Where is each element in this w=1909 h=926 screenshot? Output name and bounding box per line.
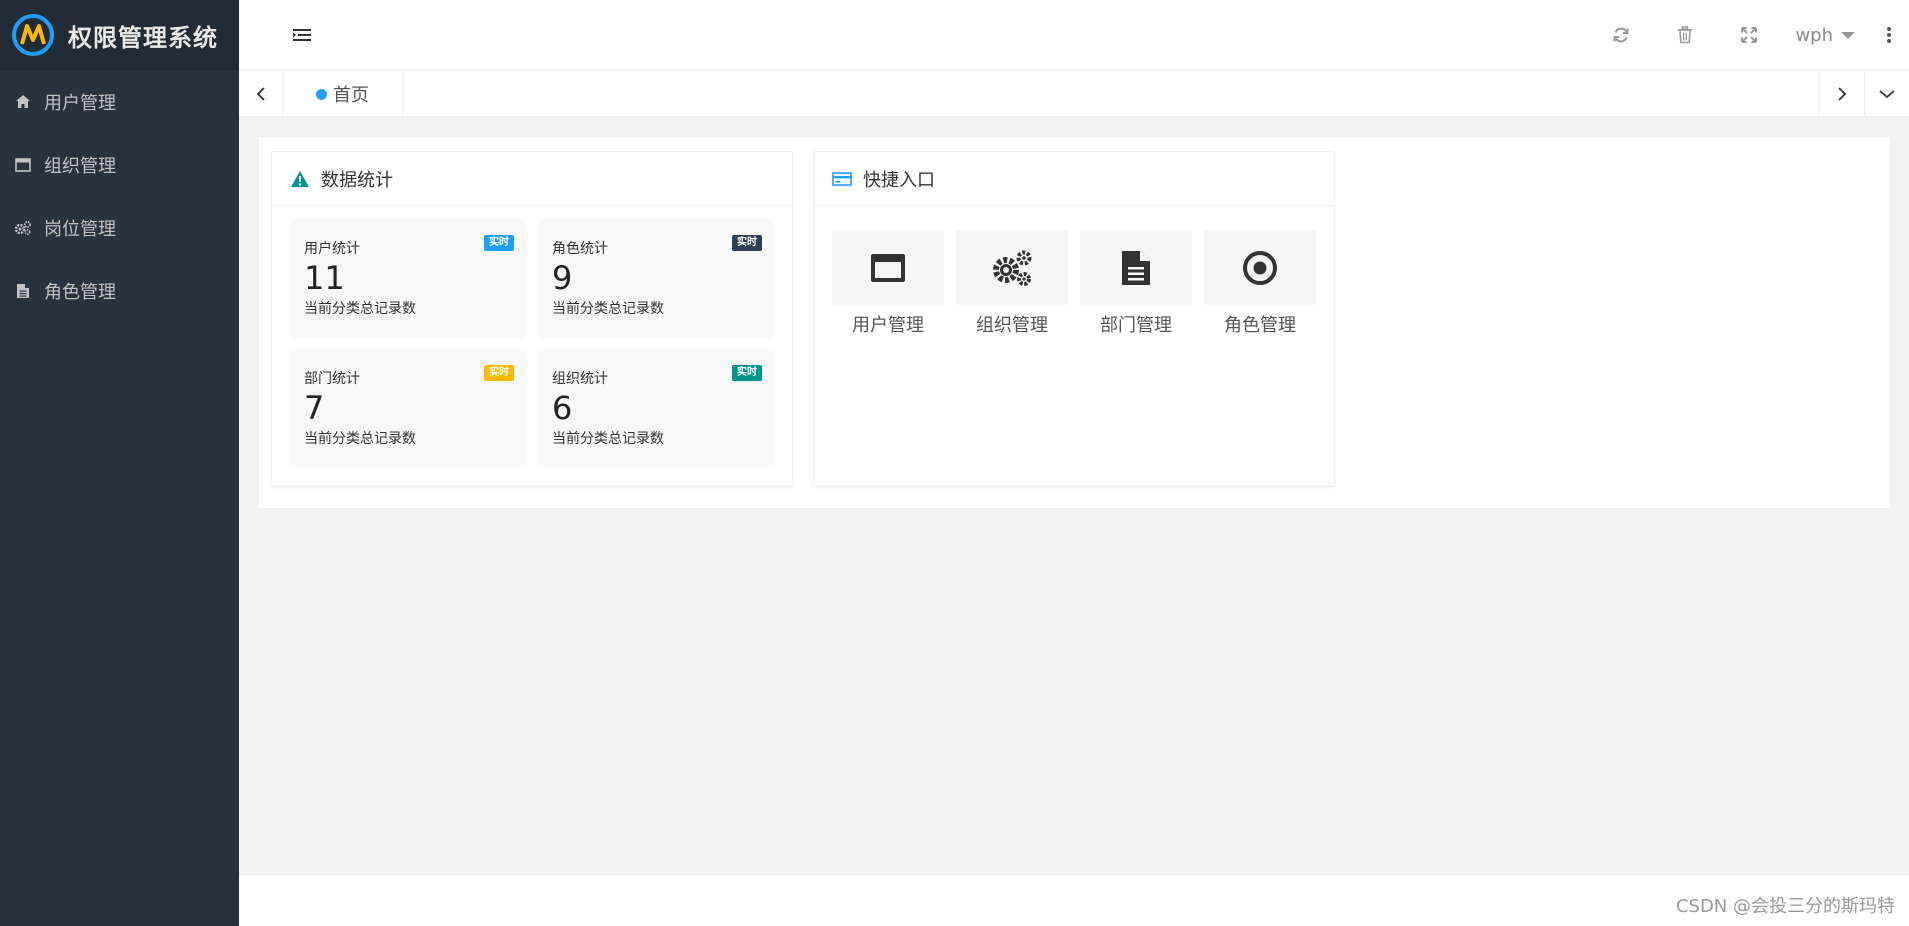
app-title: 权限管理系统	[68, 23, 218, 52]
stat-tile-roles: 实时 角色统计 9 当前分类总记录数	[538, 218, 774, 338]
sidebar: 权限管理系统 用户管理 组织管理 岗位管理 角色管理	[0, 0, 239, 926]
refresh-icon	[1613, 27, 1629, 43]
sidebar-item-label: 用户管理	[44, 92, 116, 114]
stat-title: 组织统计	[552, 371, 608, 387]
watermark-text: CSDN @会投三分的斯玛特	[1675, 896, 1895, 917]
user-menu[interactable]: wph	[1781, 0, 1869, 70]
quick-link-label: 用户管理	[852, 315, 924, 336]
chevron-right-icon	[1838, 87, 1847, 101]
stat-title: 角色统计	[552, 241, 608, 257]
stat-tile-orgs: 实时 组织统计 6 当前分类总记录数	[538, 348, 774, 468]
status-badge: 实时	[484, 235, 514, 251]
status-badge: 实时	[732, 365, 762, 381]
fullscreen-button[interactable]	[1717, 0, 1781, 70]
stats-card-header: 数据统计	[272, 152, 792, 206]
stat-description: 当前分类总记录数	[304, 431, 416, 447]
username: wph	[1795, 24, 1833, 46]
logo-icon	[12, 14, 54, 56]
credit-card-icon	[832, 169, 852, 189]
stat-value: 11	[304, 259, 345, 297]
gears-icon	[993, 250, 1032, 286]
stats-card: 数据统计 实时 用户统计 11 当前分类总记录数 实时 角色统计 9 当前分类总…	[271, 151, 793, 487]
chevron-left-icon	[256, 87, 265, 101]
stat-tile-departments: 实时 部门统计 7 当前分类总记录数	[290, 348, 526, 468]
sidebar-item-users[interactable]: 用户管理	[0, 70, 239, 133]
chevron-down-icon	[1879, 90, 1895, 99]
sidebar-item-posts[interactable]: 岗位管理	[0, 196, 239, 259]
tabs-bar: 首页	[239, 71, 1909, 117]
status-badge: 实时	[732, 235, 762, 251]
stat-title: 部门统计	[304, 371, 360, 387]
indent-icon	[293, 29, 311, 41]
quick-link-roles[interactable]: 角色管理	[1204, 230, 1316, 337]
status-badge: 实时	[484, 365, 514, 381]
tab-home-label: 首页	[333, 85, 369, 106]
more-vertical-icon	[1887, 27, 1891, 43]
home-icon	[14, 93, 32, 111]
stat-tile-users: 实时 用户统计 11 当前分类总记录数	[290, 218, 526, 338]
target-icon	[1243, 250, 1277, 285]
dashboard-panel: 数据统计 实时 用户统计 11 当前分类总记录数 实时 角色统计 9 当前分类总…	[259, 137, 1890, 508]
tab-home[interactable]: 首页	[284, 71, 404, 117]
clear-cache-button[interactable]	[1653, 0, 1717, 70]
sidebar-nav: 用户管理 组织管理 岗位管理 角色管理	[0, 70, 239, 322]
sidebar-item-roles[interactable]: 角色管理	[0, 259, 239, 322]
document-icon	[1122, 250, 1150, 285]
refresh-button[interactable]	[1589, 0, 1653, 70]
stat-description: 当前分类总记录数	[552, 301, 664, 317]
gears-icon	[14, 219, 32, 237]
tabs-menu-button[interactable]	[1864, 71, 1909, 117]
stat-value: 6	[552, 389, 573, 427]
quick-link-label: 部门管理	[1100, 315, 1172, 336]
quick-links-grid: 用户管理 组织管理 部门管理 角色管理	[832, 230, 1328, 337]
active-dot-icon	[316, 88, 327, 100]
quick-link-icon-box	[1080, 230, 1192, 305]
warning-icon	[290, 169, 310, 189]
stats-card-title: 数据统计	[321, 169, 393, 191]
stat-value: 9	[552, 259, 573, 297]
stat-description: 当前分类总记录数	[552, 431, 664, 447]
caret-down-icon	[1841, 31, 1855, 39]
tabs-scroll-left-button[interactable]	[239, 71, 284, 117]
stat-description: 当前分类总记录数	[304, 301, 416, 317]
stat-title: 用户统计	[304, 241, 360, 257]
quick-card-header: 快捷入口	[814, 152, 1334, 206]
quick-link-departments[interactable]: 部门管理	[1080, 230, 1192, 337]
header-actions: wph	[1589, 0, 1909, 70]
quick-link-label: 角色管理	[1224, 315, 1296, 336]
quick-card-title: 快捷入口	[863, 169, 935, 191]
footer: CSDN @会投三分的斯玛特	[239, 875, 1909, 926]
stat-value: 7	[304, 389, 325, 427]
sidebar-item-label: 岗位管理	[44, 218, 116, 240]
fullscreen-icon	[1741, 27, 1758, 43]
window-icon	[14, 156, 32, 174]
trash-icon	[1678, 26, 1693, 44]
quick-link-orgs[interactable]: 组织管理	[956, 230, 1068, 337]
quick-links-card: 快捷入口 用户管理 组织管理 部门管理 角色管理	[813, 151, 1335, 487]
sidebar-item-orgs[interactable]: 组织管理	[0, 133, 239, 196]
quick-link-icon-box	[956, 230, 1068, 305]
quick-link-users[interactable]: 用户管理	[832, 230, 944, 337]
quick-link-label: 组织管理	[976, 315, 1048, 336]
logo-bar: 权限管理系统	[0, 0, 239, 70]
quick-link-icon-box	[1204, 230, 1316, 305]
quick-link-icon-box	[832, 230, 944, 305]
sidebar-item-label: 角色管理	[44, 281, 116, 303]
sidebar-item-label: 组织管理	[44, 155, 116, 177]
sidebar-toggle-button[interactable]	[291, 24, 313, 46]
top-header: wph	[239, 0, 1909, 70]
more-button[interactable]	[1869, 0, 1909, 70]
window-icon	[871, 253, 905, 282]
tabs-scroll-right-button[interactable]	[1819, 71, 1864, 117]
document-icon	[14, 282, 32, 300]
